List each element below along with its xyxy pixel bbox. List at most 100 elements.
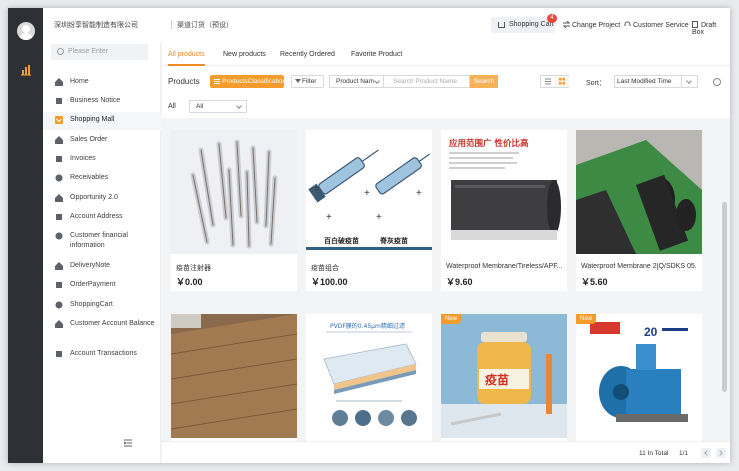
balance-icon: [55, 320, 63, 328]
product-search-input[interactable]: Search Product Name: [384, 75, 470, 88]
product-card[interactable]: [171, 314, 297, 441]
customer-service-link[interactable]: Customer Service: [624, 21, 689, 29]
sidebar-item-invoices[interactable]: Invoices: [43, 151, 161, 169]
sidebar-item-label: ShoppingCart: [70, 301, 113, 308]
sort-value: Last Modified Time: [617, 78, 672, 85]
app-window: Please Enter Home Business Notice Shopping…: [8, 8, 730, 463]
sidebar-item-orderpayment[interactable]: OrderPayment: [43, 277, 161, 295]
payment-icon: [56, 282, 62, 288]
sidebar-item-customer-account-balance[interactable]: Customer Account Balance: [43, 316, 161, 344]
change-project-link[interactable]: Change Project: [563, 21, 620, 29]
product-image: = + + + + 百白破疫苗 脊灰疫苗: [306, 130, 432, 254]
product-card[interactable]: = + + + + 百白破疫苗 脊灰疫苗 疫苗组合 ￥100.00: [306, 130, 432, 291]
cart-icon: [498, 22, 505, 28]
sidebar-item-label: Account Transactions: [70, 350, 137, 357]
tab-recently-ordered[interactable]: Recently Ordered: [280, 51, 335, 58]
menu-icon: [214, 79, 220, 84]
filter-button[interactable]: Filter: [291, 75, 324, 88]
home-icon: [55, 78, 63, 86]
product-card[interactable]: PVDF膜的0.45μm精细过滤: [306, 314, 432, 441]
sidebar-item-sales-order[interactable]: Sales Order: [43, 132, 161, 150]
bar-chart-icon[interactable]: [20, 64, 32, 76]
next-page-button[interactable]: [716, 448, 726, 458]
avatar[interactable]: [17, 22, 35, 40]
search-button[interactable]: Search: [470, 75, 498, 88]
syringe-right-caption: 脊灰疫苗: [379, 236, 408, 245]
company-name[interactable]: 深圳纷享智能制造有限公司: [54, 20, 138, 30]
draft-box-link[interactable]: Draft Box: [692, 21, 730, 36]
sidebar-item-opportunity-2-0[interactable]: Opportunity 2.0: [43, 190, 161, 208]
order-icon: [55, 136, 63, 144]
jar-label-text: 疫苗: [485, 372, 509, 387]
product-price: ￥9.60: [446, 277, 473, 287]
sidebar-item-label: Opportunity 2.0: [70, 194, 118, 201]
product-name: 疫苗注射器: [176, 265, 211, 272]
shopping-cart-button[interactable]: Shopping Cart 4: [491, 14, 557, 33]
product-price: ￥100.00: [311, 277, 348, 287]
product-card[interactable]: 疫苗注射器 ￥0.00: [171, 130, 297, 291]
collapse-menu-icon[interactable]: [124, 439, 132, 447]
transactions-icon: [56, 351, 62, 357]
list-view-icon[interactable]: [541, 76, 555, 87]
sidebar-item-shopping-mall[interactable]: Shopping Mall: [43, 112, 161, 130]
page-indicator: 1/1: [679, 450, 689, 457]
bell-icon: [56, 98, 62, 104]
product-card[interactable]: Waterproof Membrane 2[Q/SDKS 05... ￥5.60: [576, 130, 702, 291]
sidebar-search-input[interactable]: Please Enter: [51, 44, 148, 60]
cart-icon: [55, 301, 63, 309]
tab-new-products[interactable]: New products: [223, 51, 266, 58]
change-project-label: Change Project: [572, 22, 621, 29]
sidebar: Please Enter Home Business Notice Shopping…: [43, 8, 161, 463]
address-icon: [56, 214, 62, 220]
sidebar-item-receivables[interactable]: Receivables: [43, 170, 161, 188]
product-card[interactable]: 20 New: [576, 314, 702, 441]
prev-page-button[interactable]: [701, 448, 711, 458]
tab-favorite-product[interactable]: Favorite Product: [351, 51, 402, 58]
divider: [171, 20, 172, 29]
sidebar-item-label: Account Address: [70, 213, 123, 220]
sidebar-item-business-notice[interactable]: Business Notice: [43, 93, 161, 111]
sidebar-item-account-address[interactable]: Account Address: [43, 209, 161, 227]
product-card[interactable]: 疫苗 New: [441, 314, 567, 441]
product-card[interactable]: 应用范围广 性价比高 Waterproof Membrane/Tireless/…: [441, 130, 567, 291]
scrollbar[interactable]: [722, 202, 727, 392]
grid-view-icon[interactable]: [555, 76, 569, 87]
svg-text:+: +: [416, 188, 422, 199]
sidebar-item-label: Business Notice: [70, 97, 121, 104]
product-price: ￥5.60: [581, 277, 608, 287]
category-select[interactable]: All: [189, 100, 247, 113]
mall-icon: [55, 116, 63, 124]
product-image: [576, 130, 702, 254]
new-tag: New: [441, 314, 462, 324]
sort-select[interactable]: Last Modified Time: [614, 75, 698, 88]
product-price: ￥0.00: [176, 277, 203, 287]
order-type[interactable]: 渠道订货（预设）: [177, 20, 233, 30]
product-grid: 疫苗注射器 ￥0.00 = + + + + 百白破疫苗 脊灰疫苗 疫苗组合 ￥1…: [162, 118, 730, 441]
swap-icon: [563, 21, 570, 28]
search-field-value: Product Nam: [336, 78, 374, 85]
category-filter-row: All All: [162, 96, 730, 118]
sidebar-item-home[interactable]: Home: [43, 74, 161, 92]
sidebar-item-customer-financial-information[interactable]: Customer financial information: [43, 228, 161, 256]
products-classification-button[interactable]: ProductsClassification: [210, 75, 286, 88]
sidebar-item-account-transactions[interactable]: Account Transactions: [43, 346, 161, 364]
sidebar-item-deliverynote[interactable]: DeliveryNote: [43, 258, 161, 276]
app-rail: [8, 8, 43, 463]
sidebar-item-shoppingcart[interactable]: ShoppingCart: [43, 297, 161, 315]
finance-icon: [55, 232, 63, 240]
chevron-down-icon: [374, 78, 380, 84]
delivery-icon: [55, 262, 63, 270]
receivables-icon: [55, 174, 63, 182]
chevron-down-icon: [686, 78, 692, 84]
sidebar-item-label: Home: [70, 78, 89, 85]
customer-service-label: Customer Service: [633, 22, 689, 29]
sidebar-item-label: Receivables: [70, 174, 109, 181]
search-field-select[interactable]: Product Nam: [329, 75, 384, 88]
gear-icon[interactable]: [713, 78, 721, 86]
product-name: Waterproof Membrane 2[Q/SDKS 05...: [581, 263, 697, 270]
product-image: [171, 130, 297, 254]
product-image: PVDF膜的0.45μm精细过滤: [306, 314, 432, 438]
tab-all-products[interactable]: All products: [168, 51, 205, 66]
search-icon: [57, 48, 64, 55]
sidebar-item-label: Invoices: [70, 155, 96, 162]
